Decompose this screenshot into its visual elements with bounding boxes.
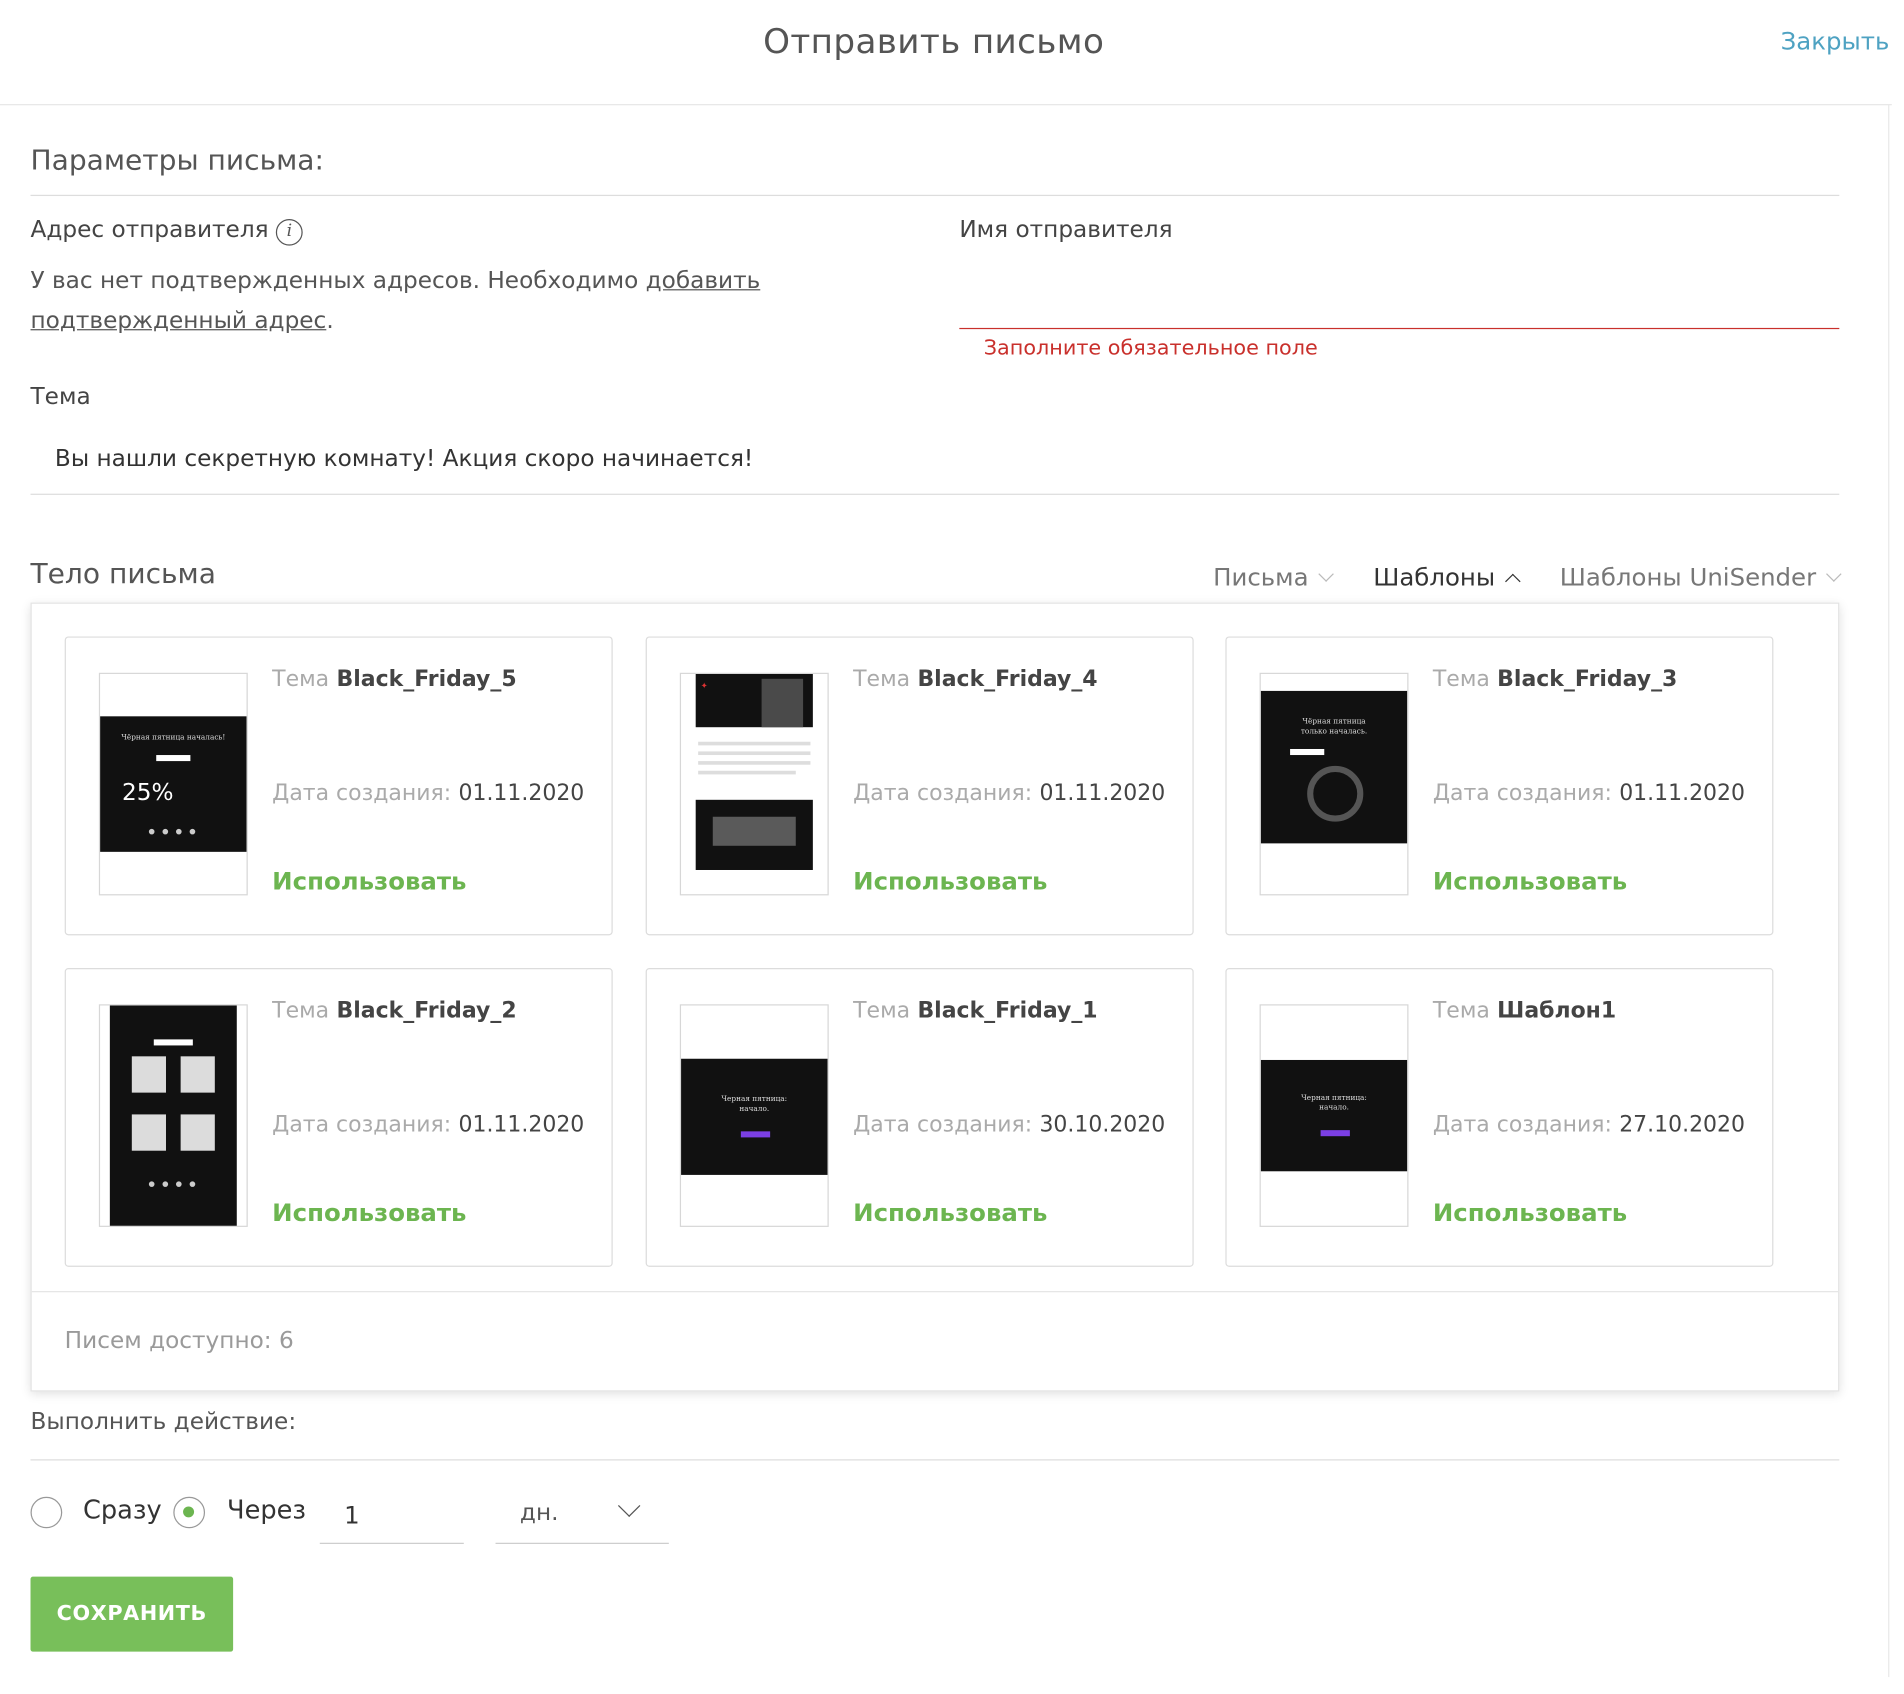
params-section-title: Параметры письма: — [30, 145, 324, 177]
use-template-button[interactable]: Использовать — [272, 1198, 466, 1227]
date-key: Дата создания: — [272, 780, 452, 806]
template-subject: Тема Black_Friday_2 — [272, 998, 516, 1023]
template-date: Дата создания: 30.10.2020 — [853, 1112, 1165, 1137]
subject-label: Тема — [30, 383, 91, 411]
thumbnail-text: 25% — [122, 779, 174, 806]
subject-key: Тема — [272, 998, 330, 1024]
template-thumbnail: Черная пятница: начало. — [1259, 1004, 1409, 1227]
delay-amount-input[interactable] — [319, 1485, 464, 1544]
template-card[interactable]: Чёрная пятница только началась. Тема Blac… — [1225, 636, 1774, 936]
sender-name-input[interactable] — [959, 278, 1840, 330]
template-date: Дата создания: 01.11.2020 — [1433, 780, 1745, 805]
template-date: Дата создания: 01.11.2020 — [272, 1112, 584, 1137]
tab-unisender-templates-label: Шаблоны UniSender — [1559, 562, 1817, 592]
chevron-down-icon — [617, 1494, 641, 1517]
header-divider — [0, 104, 1892, 106]
template-card[interactable]: ✦ Тема Black_Friday_4 Дата создания: 01.11… — [645, 636, 1194, 936]
subject-key: Тема — [853, 666, 911, 693]
templates-count: Писем доступно: 6 — [64, 1327, 294, 1354]
delay-unit-select[interactable]: дн. — [495, 1486, 669, 1544]
template-name: Black_Friday_4 — [917, 666, 1098, 693]
notice-text: У вас нет подтвержденных адресов. Необхо… — [30, 267, 646, 295]
template-card[interactable]: ● ● ● ● Тема Black_Friday_2 Дата создания… — [64, 968, 613, 1267]
template-thumbnail: ● ● ● ● — [98, 1004, 248, 1227]
template-thumbnail: Черная пятница: начало. — [679, 1004, 829, 1227]
subject-key: Тема — [853, 998, 911, 1024]
sender-address-notice: У вас нет подтвержденных адресов. Необхо… — [31, 261, 788, 341]
subject-key: Тема — [1432, 998, 1490, 1024]
subject-key: Тема — [1432, 666, 1490, 693]
date-value: 01.11.2020 — [458, 780, 585, 806]
date-key: Дата создания: — [1432, 780, 1612, 806]
panel-footer-divider — [31, 1291, 1839, 1293]
date-key: Дата создания: — [853, 780, 1033, 806]
action-divider — [30, 1459, 1840, 1461]
date-key: Дата создания: — [272, 1111, 452, 1138]
date-key: Дата создания: — [853, 1111, 1033, 1138]
body-source-tabs: Письма Шаблоны Шаблоны UniSender — [1213, 562, 1842, 592]
send-email-modal: Отправить письмо Закрыть Параметры письм… — [0, 0, 1904, 1694]
use-template-button[interactable]: Использовать — [1433, 1198, 1627, 1227]
template-subject: Тема Black_Friday_1 — [853, 998, 1097, 1023]
date-key: Дата создания: — [1432, 1111, 1612, 1138]
template-subject: Тема Black_Friday_5 — [272, 667, 516, 692]
template-subject: Тема Black_Friday_4 — [853, 667, 1097, 692]
date-value: 30.10.2020 — [1039, 1111, 1166, 1138]
chevron-up-icon — [1505, 573, 1521, 590]
tab-templates-label: Шаблоны — [1373, 562, 1496, 592]
template-card[interactable]: Черная пятница: начало. Тема Black_Friday… — [645, 968, 1194, 1267]
action-section-title: Выполнить действие: — [30, 1408, 297, 1436]
template-date: Дата создания: 01.11.2020 — [272, 780, 584, 805]
template-name: Black_Friday_5 — [336, 666, 517, 693]
template-card[interactable]: Чёрная пятница началась! 25% ● ● ● ● Тем… — [64, 636, 613, 936]
date-value: 01.11.2020 — [1039, 780, 1166, 806]
page-title: Отправить письмо — [763, 21, 1105, 62]
info-icon[interactable]: i — [275, 219, 303, 246]
template-name: Black_Friday_1 — [917, 998, 1098, 1024]
use-template-button[interactable]: Использовать — [272, 866, 466, 895]
tab-templates[interactable]: Шаблоны — [1373, 562, 1521, 592]
save-button[interactable]: СОХРАНИТЬ — [30, 1576, 234, 1652]
subject-input[interactable]: Вы нашли секретную комнату! Акция скоро … — [55, 445, 753, 472]
use-template-button[interactable]: Использовать — [853, 866, 1047, 895]
close-link[interactable]: Закрыть — [1781, 27, 1890, 56]
frame-border — [1888, 104, 1890, 1678]
params-divider — [30, 194, 1840, 197]
sender-name-label: Имя отправителя — [959, 216, 1173, 244]
subject-divider — [30, 493, 1840, 495]
send-after-radio[interactable] — [173, 1496, 206, 1529]
template-name: Шаблон1 — [1497, 998, 1617, 1024]
send-now-label[interactable]: Сразу — [83, 1496, 162, 1525]
template-thumbnail: ✦ — [679, 672, 829, 896]
sender-address-label-text: Адрес отправителя — [30, 216, 269, 244]
chevron-down-icon — [1826, 566, 1842, 582]
sender-name-error: Заполните обязательное поле — [983, 336, 1318, 361]
chevron-down-icon — [1318, 566, 1335, 582]
use-template-button[interactable]: Использовать — [1433, 866, 1627, 895]
body-section-title: Тело письма — [30, 559, 216, 591]
tab-unisender-templates[interactable]: Шаблоны UniSender — [1559, 562, 1842, 592]
send-after-label[interactable]: Через — [227, 1496, 306, 1525]
template-subject: Тема Шаблон1 — [1433, 998, 1616, 1023]
templates-panel: Чёрная пятница началась! 25% ● ● ● ● Тем… — [30, 602, 1840, 1392]
template-thumbnail: Чёрная пятница началась! 25% ● ● ● ● — [98, 672, 248, 896]
subject-key: Тема — [272, 666, 330, 693]
template-date: Дата создания: 01.11.2020 — [853, 780, 1165, 805]
send-now-radio[interactable] — [30, 1496, 63, 1529]
sender-address-label: Адрес отправителя i — [31, 217, 303, 246]
template-date: Дата создания: 27.10.2020 — [1433, 1112, 1745, 1137]
template-subject: Тема Black_Friday_3 — [1433, 667, 1677, 692]
notice-end: . — [326, 307, 334, 334]
date-value: 27.10.2020 — [1619, 1111, 1745, 1138]
use-template-button[interactable]: Использовать — [853, 1198, 1047, 1227]
date-value: 01.11.2020 — [1619, 780, 1745, 806]
delay-unit-value: дн. — [519, 1499, 559, 1526]
template-name: Black_Friday_2 — [336, 998, 517, 1024]
tab-letters[interactable]: Письма — [1213, 562, 1335, 592]
tab-letters-label: Письма — [1213, 562, 1309, 592]
template-thumbnail: Чёрная пятница только началась. — [1259, 672, 1409, 896]
date-value: 01.11.2020 — [458, 1111, 585, 1138]
template-card[interactable]: Черная пятница: начало. Тема Шаблон1 Дата… — [1225, 968, 1774, 1267]
template-name: Black_Friday_3 — [1497, 666, 1678, 693]
